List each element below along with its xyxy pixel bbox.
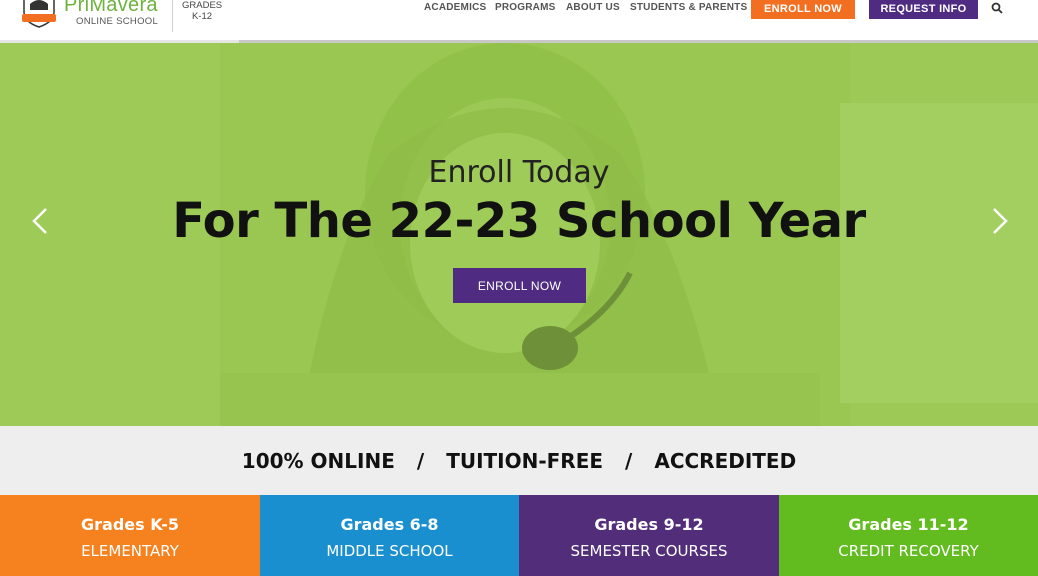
grades-label-line1: GRADES <box>182 0 223 11</box>
grade-tiles: Grades K-5 ELEMENTARY Grades 6-8 MIDDLE … <box>0 495 1038 576</box>
hero-slider: Enroll Today For The 22-23 School Year E… <box>0 43 1038 426</box>
tile-title: Grades 11-12 <box>848 515 969 534</box>
tile-subtitle: SEMESTER COURSES <box>570 542 728 560</box>
brand-subtitle: ONLINE SCHOOL <box>76 16 159 27</box>
tile-title: Grades 6-8 <box>340 515 439 534</box>
request-info-button[interactable]: REQUEST INFO <box>869 0 978 19</box>
brand[interactable]: PriMavera ONLINE SCHOOL <box>64 0 158 28</box>
chevron-left-icon[interactable] <box>28 203 52 239</box>
tile-title: Grades 9-12 <box>594 515 704 534</box>
brand-name: PriMavera <box>64 0 158 16</box>
search-icon[interactable] <box>991 2 1003 14</box>
nav-programs[interactable]: PROGRAMS <box>495 2 556 13</box>
tile-title: Grades K-5 <box>81 515 179 534</box>
tile-grades-9-12[interactable]: Grades 9-12 SEMESTER COURSES <box>519 495 779 576</box>
tagline-separator: / <box>625 448 633 473</box>
tile-subtitle: MIDDLE SCHOOL <box>326 542 453 560</box>
hero-title: For The 22-23 School Year <box>172 193 866 249</box>
tile-subtitle: CREDIT RECOVERY <box>838 542 979 560</box>
site-header: PriMavera ONLINE SCHOOL GRADES K-12 ACAD… <box>0 0 1038 43</box>
nav-academics[interactable]: ACADEMICS <box>424 2 486 13</box>
tagline-bar: 100% ONLINE / TUITION-FREE / ACCREDITED <box>0 426 1038 495</box>
tile-grades-k-5[interactable]: Grades K-5 ELEMENTARY <box>0 495 260 576</box>
tagline-accredited: ACCREDITED <box>654 448 797 473</box>
tile-subtitle: ELEMENTARY <box>81 542 179 560</box>
tagline-online: 100% ONLINE <box>241 448 395 473</box>
nav-students-parents[interactable]: STUDENTS & PARENTS <box>630 2 747 13</box>
chevron-right-icon[interactable] <box>988 203 1012 239</box>
grades-label: GRADES K-12 <box>182 0 222 22</box>
brand-divider <box>172 0 173 32</box>
primavera-logo-icon[interactable] <box>20 0 58 28</box>
hero-subtitle: Enroll Today <box>428 155 610 190</box>
enroll-now-button[interactable]: ENROLL NOW <box>751 0 855 19</box>
tagline-tuition-free: TUITION-FREE <box>446 448 604 473</box>
nav-about-us[interactable]: ABOUT US <box>566 2 620 13</box>
grades-label-line2: K-12 <box>191 11 213 22</box>
hero-enroll-button[interactable]: ENROLL NOW <box>453 268 586 303</box>
tile-grades-6-8[interactable]: Grades 6-8 MIDDLE SCHOOL <box>260 495 519 576</box>
tagline-separator: / <box>416 448 425 473</box>
tile-grades-11-12[interactable]: Grades 11-12 CREDIT RECOVERY <box>779 495 1038 576</box>
